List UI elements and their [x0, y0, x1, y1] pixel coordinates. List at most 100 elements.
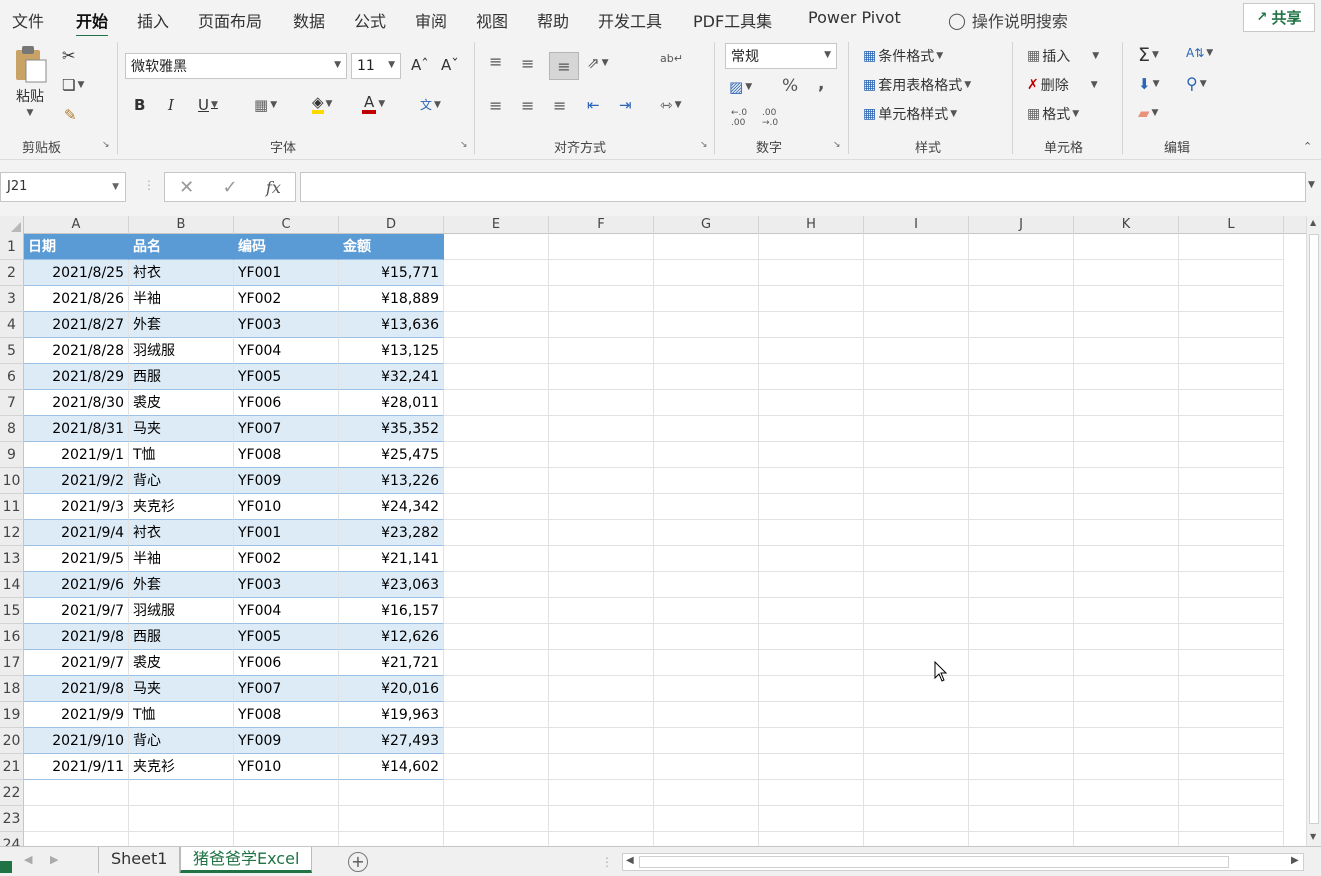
cell-d10[interactable]: ¥13,226 [339, 468, 444, 494]
cell-l20[interactable] [1179, 728, 1284, 754]
vertical-scroll-thumb[interactable] [1309, 234, 1319, 824]
cell-i8[interactable] [864, 416, 969, 442]
cell-f21[interactable] [549, 754, 654, 780]
column-header-a[interactable]: A [24, 216, 129, 234]
cell-f9[interactable] [549, 442, 654, 468]
cell-l18[interactable] [1179, 676, 1284, 702]
cell-e5[interactable] [444, 338, 549, 364]
cell-i15[interactable] [864, 598, 969, 624]
insert-cells-button[interactable]: ▦ 插入 ▼ [1027, 46, 1099, 66]
column-header-i[interactable]: I [864, 216, 969, 234]
cell-i7[interactable] [864, 390, 969, 416]
decrease-font-button[interactable]: Aˇ [441, 56, 459, 74]
cell-k20[interactable] [1074, 728, 1179, 754]
prev-sheet-icon[interactable]: ◀ [24, 853, 32, 866]
cell-b14[interactable]: 外套 [129, 572, 234, 598]
cell-j18[interactable] [969, 676, 1074, 702]
cell-j21[interactable] [969, 754, 1074, 780]
cell-d14[interactable]: ¥23,063 [339, 572, 444, 598]
cell-f17[interactable] [549, 650, 654, 676]
align-bottom-button[interactable]: ≡ [549, 52, 579, 80]
cell-i18[interactable] [864, 676, 969, 702]
next-sheet-icon[interactable]: ▶ [50, 853, 58, 866]
cell-c10[interactable]: YF009 [234, 468, 339, 494]
decrease-indent-button[interactable]: ⇤ [587, 96, 600, 114]
cell-j23[interactable] [969, 806, 1074, 832]
cell-i16[interactable] [864, 624, 969, 650]
row-header[interactable]: 15 [0, 598, 24, 624]
row-header[interactable]: 2 [0, 260, 24, 286]
cancel-icon[interactable]: ✕ [179, 177, 194, 198]
cell-l7[interactable] [1179, 390, 1284, 416]
cell-f15[interactable] [549, 598, 654, 624]
cell-e12[interactable] [444, 520, 549, 546]
cell-k19[interactable] [1074, 702, 1179, 728]
cell-l12[interactable] [1179, 520, 1284, 546]
cell-b16[interactable]: 西服 [129, 624, 234, 650]
row-header[interactable]: 23 [0, 806, 24, 832]
cell-c13[interactable]: YF002 [234, 546, 339, 572]
row-header[interactable]: 16 [0, 624, 24, 650]
cell-f11[interactable] [549, 494, 654, 520]
cell-k12[interactable] [1074, 520, 1179, 546]
column-header-b[interactable]: B [129, 216, 234, 234]
cell-i23[interactable] [864, 806, 969, 832]
align-left-button[interactable]: ≡ [489, 96, 502, 115]
align-top-button[interactable]: ≡ [489, 52, 502, 71]
cell-i13[interactable] [864, 546, 969, 572]
cell-i11[interactable] [864, 494, 969, 520]
cell-l4[interactable] [1179, 312, 1284, 338]
cell-i1[interactable] [864, 234, 969, 260]
cell-g9[interactable] [654, 442, 759, 468]
cell-e20[interactable] [444, 728, 549, 754]
cell-g22[interactable] [654, 780, 759, 806]
cell-c22[interactable] [234, 780, 339, 806]
cell-f12[interactable] [549, 520, 654, 546]
row-header[interactable]: 11 [0, 494, 24, 520]
cell-k23[interactable] [1074, 806, 1179, 832]
cell-j24[interactable] [969, 832, 1074, 846]
cell-k6[interactable] [1074, 364, 1179, 390]
row-header[interactable]: 13 [0, 546, 24, 572]
cell-b19[interactable]: T恤 [129, 702, 234, 728]
name-box[interactable]: J21 ▼ [0, 172, 126, 202]
font-color-button[interactable]: A ▼ [362, 94, 385, 114]
cell-d11[interactable]: ¥24,342 [339, 494, 444, 520]
cell-h2[interactable] [759, 260, 864, 286]
cell-f20[interactable] [549, 728, 654, 754]
row-header[interactable]: 21 [0, 754, 24, 780]
cell-h22[interactable] [759, 780, 864, 806]
row-header[interactable]: 1 [0, 234, 24, 260]
cell-i6[interactable] [864, 364, 969, 390]
cell-h24[interactable] [759, 832, 864, 846]
bold-button[interactable]: B [134, 96, 145, 114]
cell-k14[interactable] [1074, 572, 1179, 598]
worksheet-grid[interactable]: ABCDEFGHIJKL 1 日期 品名 编码 金额 2 2021/8/25 衬衣 YF001 ¥… [0, 216, 1306, 846]
cell-i4[interactable] [864, 312, 969, 338]
dialog-launcher-icon[interactable]: ↘ [833, 140, 841, 150]
increase-font-button[interactable]: Aˆ [411, 56, 429, 74]
percent-button[interactable]: % [782, 76, 798, 96]
cell-e14[interactable] [444, 572, 549, 598]
conditional-formatting-button[interactable]: ▦ 条件格式 ▼ [863, 46, 943, 66]
cell-k17[interactable] [1074, 650, 1179, 676]
cell-b1[interactable]: 品名 [129, 234, 234, 260]
align-center-button[interactable]: ≡ [521, 96, 534, 115]
cell-d15[interactable]: ¥16,157 [339, 598, 444, 624]
cell-f6[interactable] [549, 364, 654, 390]
cell-g13[interactable] [654, 546, 759, 572]
underline-button[interactable]: U ▼ [198, 96, 218, 114]
cell-a6[interactable]: 2021/8/29 [24, 364, 129, 390]
cell-b5[interactable]: 羽绒服 [129, 338, 234, 364]
column-header-c[interactable]: C [234, 216, 339, 234]
cell-d19[interactable]: ¥19,963 [339, 702, 444, 728]
cell-c20[interactable]: YF009 [234, 728, 339, 754]
cell-g19[interactable] [654, 702, 759, 728]
cell-c19[interactable]: YF008 [234, 702, 339, 728]
row-header[interactable]: 4 [0, 312, 24, 338]
cell-g5[interactable] [654, 338, 759, 364]
cell-a10[interactable]: 2021/9/2 [24, 468, 129, 494]
cell-i5[interactable] [864, 338, 969, 364]
cell-l6[interactable] [1179, 364, 1284, 390]
cell-k5[interactable] [1074, 338, 1179, 364]
